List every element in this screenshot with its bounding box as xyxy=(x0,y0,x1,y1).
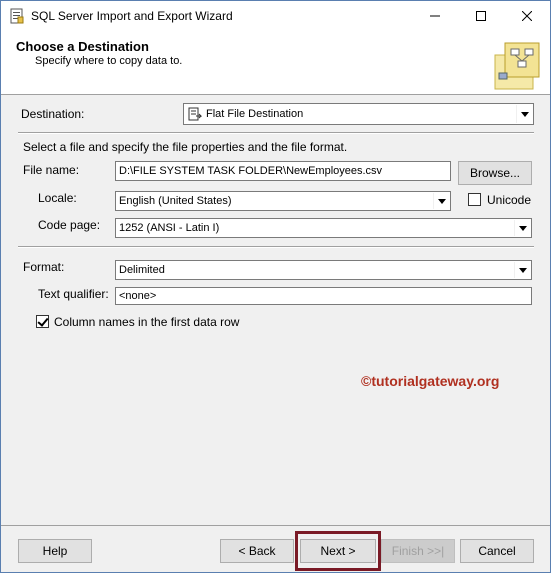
format-label: Format: xyxy=(23,260,65,274)
column-names-label: Column names in the first data row xyxy=(54,315,240,329)
close-icon xyxy=(521,8,533,24)
browse-button[interactable]: Browse... xyxy=(458,161,532,185)
minimize-icon xyxy=(430,8,440,24)
divider xyxy=(18,132,534,134)
wizard-logo-icon xyxy=(491,39,543,91)
code-page-select[interactable]: 1252 (ANSI - Latin I) xyxy=(115,218,532,238)
next-button-highlight xyxy=(295,531,381,571)
close-button[interactable] xyxy=(504,1,550,31)
back-button[interactable]: < Back xyxy=(220,539,294,563)
file-name-label: File name: xyxy=(23,163,80,177)
watermark-text: ©tutorialgateway.org xyxy=(361,373,500,389)
cancel-button[interactable]: Cancel xyxy=(460,539,534,563)
wizard-footer: Help < Back Next > Finish >>| Cancel xyxy=(1,525,550,572)
destination-value: Flat File Destination xyxy=(206,108,304,120)
chevron-down-icon[interactable] xyxy=(514,220,530,236)
wizard-content: Destination: Flat File Destination Selec… xyxy=(1,95,550,525)
locale-value: English (United States) xyxy=(119,195,232,207)
help-button[interactable]: Help xyxy=(18,539,92,563)
finish-button[interactable]: Finish >>| xyxy=(381,539,455,563)
text-qualifier-label: Text qualifier: xyxy=(38,287,109,301)
title-bar: SQL Server Import and Export Wizard xyxy=(1,1,550,31)
chevron-down-icon[interactable] xyxy=(516,105,532,123)
maximize-button[interactable] xyxy=(458,1,504,31)
text-qualifier-input[interactable]: <none> xyxy=(115,287,532,305)
page-title: Choose a Destination xyxy=(16,39,149,54)
minimize-button[interactable] xyxy=(412,1,458,31)
chevron-down-icon[interactable] xyxy=(433,193,449,209)
app-icon xyxy=(10,8,24,24)
file-name-value: D:\FILE SYSTEM TASK FOLDER\NewEmployees.… xyxy=(119,165,383,177)
unicode-label: Unicode xyxy=(487,193,532,207)
code-page-label: Code page: xyxy=(38,218,101,232)
maximize-icon xyxy=(476,8,486,24)
window-title: SQL Server Import and Export Wizard xyxy=(31,9,233,23)
column-names-checkbox[interactable] xyxy=(36,315,49,328)
flat-file-icon xyxy=(188,107,203,124)
destination-label: Destination: xyxy=(21,107,85,121)
wizard-header: Choose a Destination Specify where to co… xyxy=(1,31,550,95)
destination-select[interactable]: Flat File Destination xyxy=(183,103,534,125)
text-qualifier-value: <none> xyxy=(119,290,157,302)
locale-label: Locale: xyxy=(38,191,77,205)
divider xyxy=(18,246,534,248)
page-subtitle: Specify where to copy data to. xyxy=(35,55,183,67)
file-name-input[interactable]: D:\FILE SYSTEM TASK FOLDER\NewEmployees.… xyxy=(115,161,451,181)
locale-select[interactable]: English (United States) xyxy=(115,191,451,211)
format-value: Delimited xyxy=(119,264,165,276)
wizard-window: SQL Server Import and Export Wizard Choo… xyxy=(0,0,551,573)
code-page-value: 1252 (ANSI - Latin I) xyxy=(119,222,220,234)
instructions-text: Select a file and specify the file prope… xyxy=(23,140,348,154)
format-select[interactable]: Delimited xyxy=(115,260,532,280)
chevron-down-icon[interactable] xyxy=(514,262,530,278)
unicode-checkbox[interactable] xyxy=(468,193,481,206)
